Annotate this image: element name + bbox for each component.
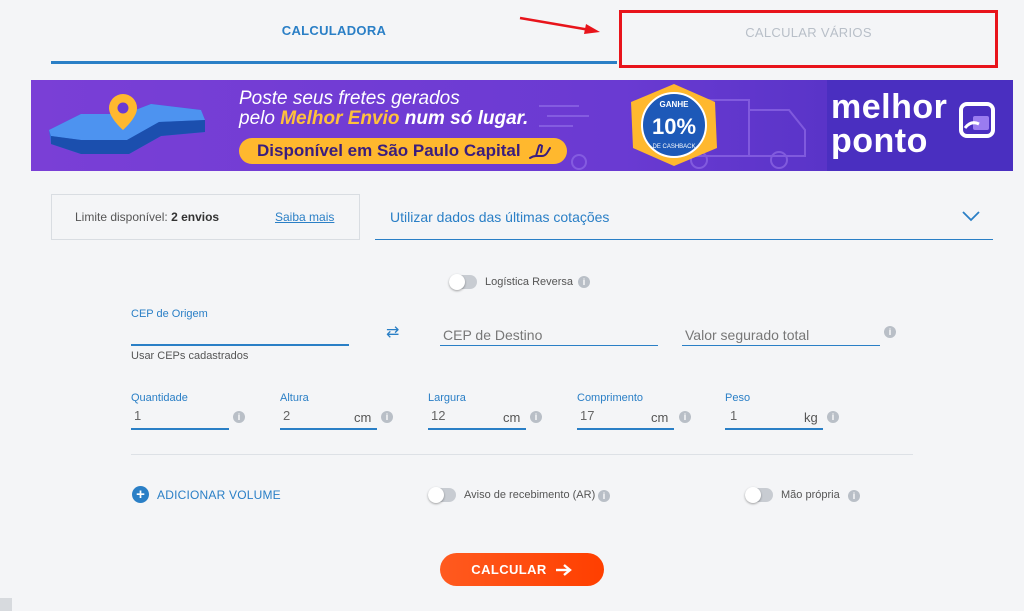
- height-unit: cm: [354, 410, 372, 425]
- length-unit: cm: [651, 410, 669, 425]
- add-volume-button[interactable]: + ADICIONAR VOLUME: [132, 486, 281, 503]
- melhor-ponto-logo: melhor ponto: [827, 80, 1013, 171]
- last-quotes-select[interactable]: Utilizar dados das últimas cotações: [375, 196, 993, 240]
- reverse-logistics-info-icon[interactable]: i: [578, 276, 590, 288]
- mao-propria-info-icon[interactable]: i: [848, 490, 860, 502]
- annotation-highlight-box: [619, 10, 998, 68]
- origin-underline: [131, 344, 349, 346]
- aviso-recebimento-info-icon[interactable]: i: [598, 490, 610, 502]
- weight-input[interactable]: 1: [730, 408, 737, 423]
- insured-value-info-icon[interactable]: i: [884, 326, 896, 338]
- quantity-input[interactable]: 1: [134, 408, 141, 423]
- destination-input[interactable]: CEP de Destino: [443, 327, 542, 343]
- annotation-arrow-icon: [519, 16, 600, 34]
- width-underline: [428, 428, 526, 430]
- destination-underline: [440, 345, 658, 346]
- width-label: Largura: [428, 392, 466, 404]
- length-info-icon[interactable]: i: [679, 411, 691, 423]
- height-label: Altura: [280, 392, 309, 404]
- banner-brand-highlight: Melhor Envio: [280, 108, 400, 129]
- use-saved-ceps-link[interactable]: Usar CEPs cadastrados: [131, 350, 248, 362]
- origin-label: CEP de Origem: [131, 308, 208, 320]
- aviso-recebimento-toggle[interactable]: [428, 487, 456, 503]
- reverse-logistics-toggle[interactable]: [449, 274, 477, 290]
- badge-bottom-text: DE CASHBACK: [652, 144, 695, 150]
- origin-input[interactable]: [131, 322, 349, 344]
- scroll-corner: [0, 598, 12, 611]
- chevron-down-icon: [962, 211, 980, 222]
- height-input[interactable]: 2: [283, 408, 290, 423]
- section-divider: [131, 454, 913, 455]
- limit-box: Limite disponível: 2 envios Saiba mais: [51, 194, 360, 240]
- mao-propria-label: Mão própria: [781, 489, 840, 501]
- length-input[interactable]: 17: [580, 408, 594, 423]
- height-underline: [280, 428, 377, 430]
- promo-banner[interactable]: Poste seus fretes gerados pelo Melhor En…: [31, 80, 1013, 171]
- length-underline: [577, 428, 674, 430]
- insured-value-input[interactable]: Valor segurado total: [685, 327, 809, 343]
- calcular-button[interactable]: CALCULAR: [440, 553, 604, 586]
- quantity-info-icon[interactable]: i: [233, 411, 245, 423]
- banner-line1: Poste seus fretes gerados: [239, 88, 460, 109]
- height-info-icon[interactable]: i: [381, 411, 393, 423]
- reverse-logistics-label: Logística Reversa: [485, 276, 574, 288]
- arrow-right-icon: [555, 563, 572, 576]
- width-info-icon[interactable]: i: [530, 411, 542, 423]
- length-label: Comprimento: [577, 392, 644, 404]
- map-pin-icon: [49, 94, 205, 154]
- quantity-underline: [131, 428, 229, 430]
- limit-text: Limite disponível: 2 envios: [75, 210, 220, 224]
- banner-pill: Disponível em São Paulo Capital: [239, 138, 567, 164]
- width-input[interactable]: 12: [431, 408, 445, 423]
- last-quotes-placeholder: Utilizar dados das últimas cotações: [390, 209, 610, 225]
- quantity-label: Quantidade: [131, 392, 188, 404]
- add-volume-label: ADICIONAR VOLUME: [157, 487, 281, 502]
- badge-top-text: GANHE: [660, 100, 690, 109]
- weight-label: Peso: [725, 392, 751, 404]
- mao-propria-toggle[interactable]: [745, 487, 773, 503]
- banner-line2: pelo Melhor Envio num só lugar.: [239, 108, 529, 129]
- plus-icon: +: [132, 486, 149, 503]
- badge-value-text: 10%: [652, 114, 696, 139]
- weight-unit: kg: [804, 410, 818, 425]
- cashback-badge-icon: GANHE 10% DE CASHBACK: [631, 84, 717, 166]
- saiba-mais-link[interactable]: Saiba mais: [275, 210, 334, 224]
- weight-underline: [725, 428, 823, 430]
- calcular-label: CALCULAR: [471, 562, 547, 577]
- aviso-recebimento-label: Aviso de recebimento (AR): [464, 489, 596, 501]
- brand-word2: ponto: [831, 122, 928, 160]
- swap-arrows-icon[interactable]: ⇄: [386, 322, 399, 342]
- insured-value-underline: [682, 345, 880, 346]
- package-icon: [959, 102, 995, 138]
- width-unit: cm: [503, 410, 521, 425]
- weight-info-icon[interactable]: i: [827, 411, 839, 423]
